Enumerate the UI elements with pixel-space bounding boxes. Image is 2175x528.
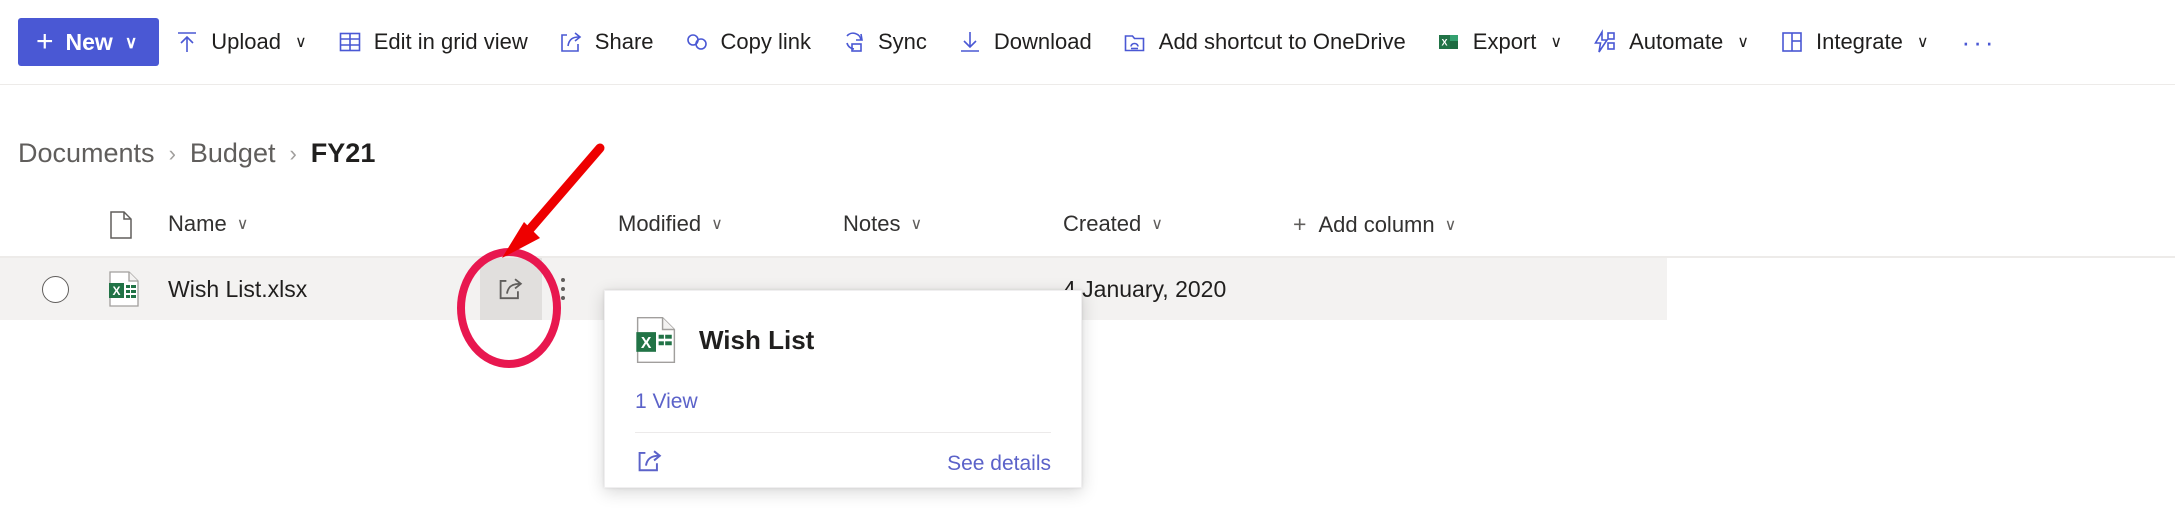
- ellipsis-icon: ···: [1961, 26, 1997, 57]
- plus-icon: +: [36, 25, 54, 58]
- excel-file-icon: X: [636, 316, 676, 364]
- svg-text:X: X: [112, 284, 120, 298]
- toolbar-label: Share: [594, 29, 654, 54]
- chevron-down-icon: ∨: [711, 216, 723, 233]
- callout-header: X Wish List: [605, 291, 1081, 364]
- share-icon: [638, 450, 662, 472]
- excel-icon: X: [1436, 29, 1462, 55]
- chevron-down-icon: ∨: [1151, 216, 1163, 233]
- toolbar-item-copy-link[interactable]: Copy link: [669, 15, 826, 69]
- breadcrumb: Documents › Budget › FY21: [18, 138, 375, 169]
- column-header-notes[interactable]: Notes ∨: [843, 211, 922, 237]
- column-header-name[interactable]: Name ∨: [168, 211, 248, 237]
- chevron-right-icon: ›: [168, 140, 176, 166]
- svg-text:X: X: [641, 335, 652, 352]
- chevron-down-icon: ∨: [1737, 34, 1749, 51]
- row-file-icon: X: [108, 258, 140, 320]
- chevron-down-icon: ∨: [124, 32, 138, 52]
- download-icon: [957, 29, 983, 55]
- toolbar-label: Export: [1472, 29, 1537, 54]
- integrate-icon: [1779, 29, 1805, 55]
- chevron-down-icon: ∨: [236, 216, 249, 233]
- link-icon: [684, 29, 710, 55]
- created-date-label: 4 January, 2020: [1063, 275, 1227, 302]
- toolbar-overflow-button[interactable]: ···: [1944, 15, 2015, 69]
- toolbar-item-download[interactable]: Download: [942, 15, 1107, 69]
- grid-icon: [337, 29, 363, 55]
- svg-text:X: X: [1441, 38, 1447, 48]
- toolbar-label: Copy link: [720, 29, 811, 54]
- toolbar-item-edit-in-grid-view[interactable]: Edit in grid view: [322, 15, 543, 69]
- column-header-label: Modified: [618, 211, 702, 236]
- plus-icon: +: [1293, 211, 1307, 237]
- new-button[interactable]: + New ∨: [18, 18, 160, 66]
- file-name-label: Wish List.xlsx: [168, 275, 308, 302]
- selection-circle-icon: [42, 275, 69, 303]
- toolbar-label: Add shortcut to OneDrive: [1158, 29, 1406, 54]
- callout-footer: See details: [605, 433, 1081, 481]
- row-select-checkbox[interactable]: [42, 258, 69, 320]
- callout-file-title: Wish List: [699, 324, 815, 355]
- file-hover-callout: X Wish List 1 View See details: [604, 290, 1082, 488]
- new-button-label: New: [65, 28, 113, 55]
- chevron-down-icon: ∨: [1916, 34, 1929, 51]
- row-share-button[interactable]: [480, 258, 542, 320]
- column-header-modified[interactable]: Modified ∨: [618, 211, 723, 237]
- share-icon: [499, 278, 523, 300]
- row-created-date: 4 January, 2020: [1063, 258, 1226, 320]
- breadcrumb-item-documents[interactable]: Documents: [18, 138, 155, 169]
- automate-icon: [1592, 29, 1618, 55]
- callout-view-count[interactable]: 1 View: [635, 390, 1081, 414]
- toolbar-label: Edit in grid view: [373, 29, 528, 54]
- chevron-down-icon: ∨: [1550, 34, 1563, 51]
- add-shortcut-icon: [1122, 29, 1148, 55]
- toolbar-label: Automate: [1629, 29, 1724, 54]
- toolbar-item-upload[interactable]: Upload ∨: [159, 15, 321, 69]
- share-button-surface[interactable]: [480, 258, 542, 320]
- toolbar-label: Download: [993, 29, 1092, 54]
- more-vertical-icon[interactable]: [548, 258, 578, 320]
- toolbar-item-export[interactable]: X Export ∨: [1421, 15, 1577, 69]
- chevron-down-icon: ∨: [295, 34, 307, 51]
- column-header-label: Add column: [1318, 211, 1435, 237]
- file-icon: [110, 211, 132, 239]
- chevron-right-icon: ›: [289, 140, 297, 166]
- file-list: Name ∨ Modified ∨ Notes ∨ Created ∨ + Ad…: [0, 198, 2175, 320]
- toolbar-label: Integrate: [1815, 29, 1903, 54]
- excel-file-icon: X: [109, 271, 139, 307]
- share-icon: [558, 29, 584, 55]
- column-header-add-column[interactable]: + Add column ∨: [1293, 211, 1456, 238]
- chevron-down-icon: ∨: [1444, 216, 1457, 234]
- row-file-name[interactable]: Wish List.xlsx: [168, 258, 307, 320]
- column-header-file-type[interactable]: [108, 210, 134, 240]
- column-header-created[interactable]: Created ∨: [1063, 211, 1163, 237]
- toolbar-item-integrate[interactable]: Integrate ∨: [1764, 15, 1944, 69]
- toolbar-item-automate[interactable]: Automate ∨: [1577, 15, 1764, 69]
- column-headers: Name ∨ Modified ∨ Notes ∨ Created ∨ + Ad…: [0, 198, 2175, 258]
- chevron-down-icon: ∨: [910, 216, 923, 233]
- column-header-label: Name: [168, 211, 227, 236]
- column-header-label: Created: [1063, 211, 1142, 236]
- toolbar-label: Sync: [878, 29, 927, 54]
- toolbar-item-share[interactable]: Share: [543, 15, 669, 69]
- toolbar-label: Upload: [211, 29, 281, 54]
- command-bar: + New ∨ Upload ∨ Edit in grid view Share…: [0, 0, 2175, 85]
- sync-icon: [841, 29, 867, 55]
- upload-icon: [174, 29, 200, 55]
- column-header-label: Notes: [843, 211, 901, 236]
- breadcrumb-item-fy21[interactable]: FY21: [311, 138, 376, 169]
- breadcrumb-item-budget[interactable]: Budget: [190, 138, 276, 169]
- callout-share-button[interactable]: [635, 446, 665, 481]
- toolbar-item-sync[interactable]: Sync: [826, 15, 942, 69]
- callout-see-details-link[interactable]: See details: [947, 452, 1051, 476]
- toolbar-item-add-shortcut-to-onedrive[interactable]: Add shortcut to OneDrive: [1107, 15, 1421, 69]
- row-more-options-button[interactable]: [548, 258, 578, 320]
